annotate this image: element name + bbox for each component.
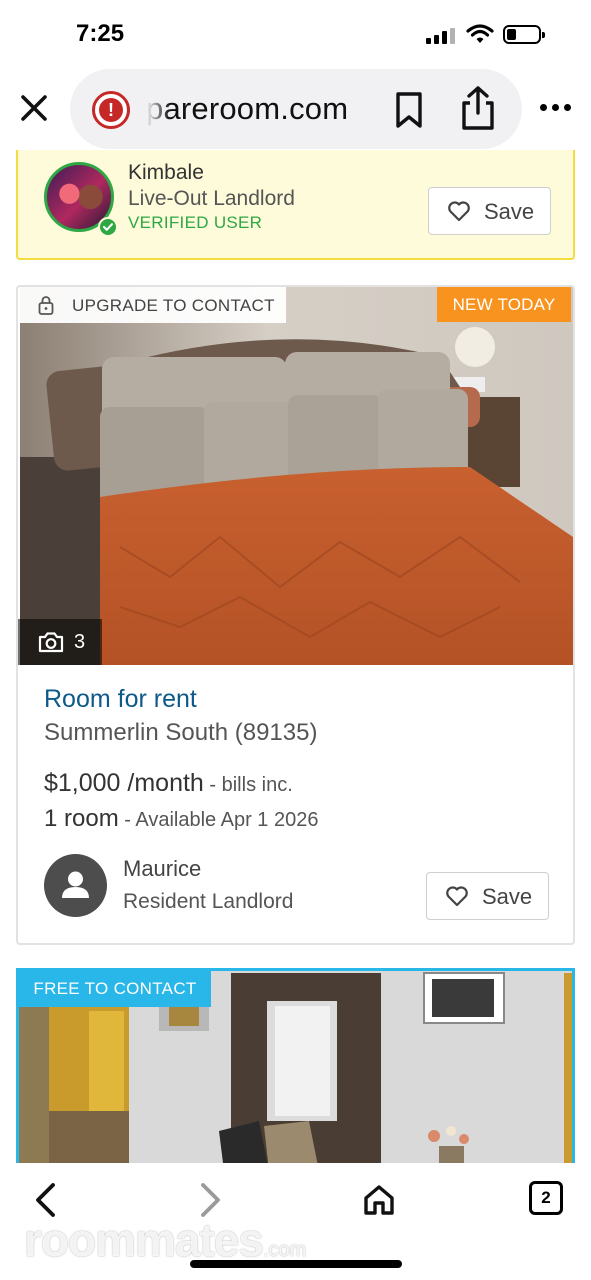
not-secure-warning-icon[interactable]: !	[92, 91, 130, 129]
host-name: Maurice	[123, 856, 202, 881]
landlord-type: Live-Out Landlord	[128, 187, 295, 210]
photo-count: 3	[74, 631, 86, 653]
home-indicator[interactable]	[190, 1260, 402, 1268]
listing-rooms: 1 room - Available Apr 1 2026	[44, 805, 318, 833]
price-note: - bills inc.	[203, 774, 293, 796]
save-label: Save	[484, 199, 535, 224]
availability: - Available Apr 1 2026	[118, 809, 319, 831]
host-type: Resident Landlord	[123, 890, 294, 913]
listing-photo[interactable]	[20, 287, 573, 665]
verified-user-label: VERIFIED USER	[128, 213, 263, 232]
watermark-domain: .com	[262, 1239, 307, 1261]
listing-title[interactable]: Room for rent	[44, 685, 197, 714]
camera-icon	[38, 632, 64, 653]
bookmark-icon[interactable]	[392, 91, 426, 129]
url-fade	[144, 87, 170, 131]
new-today-badge: NEW TODAY	[437, 287, 571, 322]
tabs-icon[interactable]: 2	[529, 1181, 563, 1215]
status-bar: 7:25	[0, 0, 591, 70]
share-icon[interactable]	[458, 85, 498, 131]
page: 7:25 ! pareroom.com Kimbale Live-Out Lan…	[0, 0, 591, 1280]
home-icon[interactable]	[362, 1183, 396, 1217]
bottom-navigation: 2 roommates.com	[0, 1163, 591, 1280]
second-listing-card[interactable]: FREE TO CONTACT	[16, 968, 575, 1178]
listing-area: Summerlin South (89135)	[44, 719, 318, 746]
price-value: $1,000 /month	[44, 769, 204, 797]
bedroom-photo	[20, 287, 573, 665]
more-icon[interactable]	[540, 102, 574, 114]
save-label: Save	[482, 884, 533, 909]
battery-low-icon	[503, 25, 545, 44]
address-bar[interactable]: ! pareroom.com	[70, 69, 522, 149]
heart-icon	[448, 201, 470, 222]
listing-save-button[interactable]: Save	[426, 872, 549, 920]
user-icon	[62, 871, 89, 898]
browser-toolbar: ! pareroom.com	[0, 66, 591, 152]
landlord-name: Kimbale	[128, 161, 204, 184]
close-icon[interactable]	[18, 92, 50, 124]
status-time: 7:25	[76, 20, 125, 47]
free-to-contact-badge: FREE TO CONTACT	[19, 971, 211, 1007]
save-button[interactable]: Save	[428, 187, 551, 235]
heart-icon	[446, 886, 468, 907]
listing-card[interactable]: UPGRADE TO CONTACT NEW TODAY 3 Room for …	[16, 285, 575, 945]
upgrade-badge-label: UPGRADE TO CONTACT	[72, 296, 275, 315]
upgrade-to-contact-badge[interactable]: UPGRADE TO CONTACT	[20, 287, 286, 323]
watermark-name: roommates	[24, 1214, 264, 1266]
featured-landlord-card[interactable]: Kimbale Live-Out Landlord VERIFIED USER …	[16, 150, 575, 260]
verified-check-icon	[98, 217, 118, 237]
wifi-icon	[466, 24, 494, 43]
lock-icon	[38, 296, 54, 315]
cellular-signal-icon	[426, 28, 456, 44]
photo-count-badge[interactable]: 3	[18, 619, 102, 665]
listing-price: $1,000 /month - bills inc.	[44, 769, 293, 798]
room-count: 1 room	[44, 805, 119, 832]
host-avatar	[44, 854, 107, 917]
url-text[interactable]: pareroom.com	[146, 91, 348, 127]
roommates-watermark: roommates.com	[24, 1213, 306, 1267]
